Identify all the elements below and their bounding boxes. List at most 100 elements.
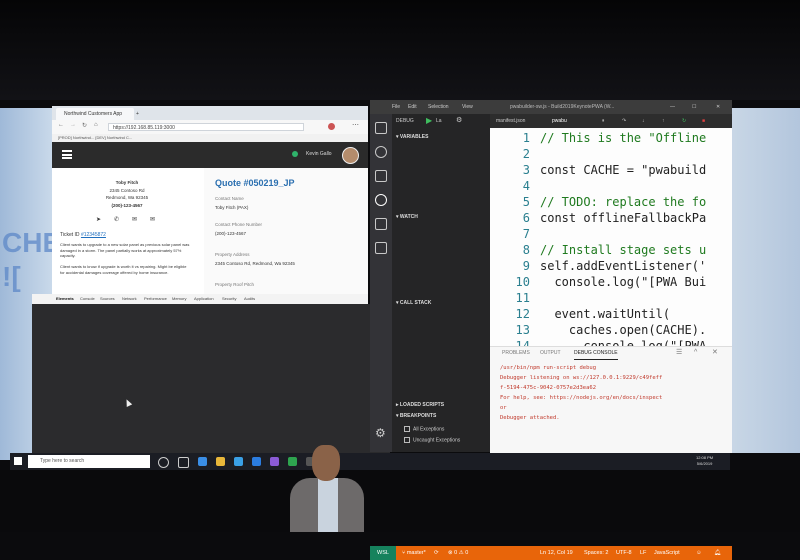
language-mode[interactable]: JavaScript <box>654 546 680 560</box>
navigate-icon[interactable]: ➤ <box>96 216 101 223</box>
avatar[interactable] <box>342 147 359 164</box>
devtools-tab-security[interactable]: Security <box>222 294 236 304</box>
debug-toolbar-pause-icon[interactable]: ⏸ <box>602 114 605 128</box>
close-icon[interactable]: ✕ <box>716 100 720 114</box>
call-stack-section[interactable]: ▾ CALL STACK <box>396 300 431 306</box>
menu-icon[interactable]: ⋯ <box>352 121 359 129</box>
menu-selection[interactable]: Selection <box>428 100 449 114</box>
code-line[interactable]: 2 <box>490 146 732 162</box>
clear-console-icon[interactable]: ☰ <box>676 347 682 359</box>
minimize-icon[interactable]: — <box>670 100 675 114</box>
address-bar[interactable]: https://192.168.85.119:3000 <box>108 123 304 131</box>
bookmarks-bar[interactable]: [PROD] Northwind... [DEV] Northwind C... <box>52 134 368 142</box>
gear-icon[interactable]: ⚙ <box>375 426 386 440</box>
menu-edit[interactable]: Edit <box>408 100 417 114</box>
edge-icon[interactable] <box>198 457 207 466</box>
panel-tab-output[interactable]: OUTPUT <box>540 347 561 359</box>
file-explorer-icon[interactable] <box>216 457 225 466</box>
menu-view[interactable]: View <box>462 100 473 114</box>
home-icon[interactable]: ⌂ <box>94 122 98 128</box>
code-line[interactable]: 3 const CACHE = "pwabuild <box>490 162 732 178</box>
refresh-icon[interactable]: ↻ <box>82 122 87 129</box>
indentation[interactable]: Spaces: 2 <box>584 546 608 560</box>
feedback-icon[interactable]: ☺ <box>696 546 702 560</box>
ticket-link[interactable]: #12345872 <box>81 232 106 238</box>
mail-icon[interactable]: ✉ <box>150 216 155 223</box>
debug-icon[interactable] <box>375 194 387 206</box>
source-control-icon[interactable] <box>375 170 387 182</box>
code-line[interactable]: 5 // TODO: replace the fo <box>490 194 732 210</box>
start-debug-icon[interactable]: ▶ <box>426 116 432 125</box>
taskbar-clock[interactable]: 12:08 PM 5/6/2019 <box>696 455 713 467</box>
devtools-tab-sources[interactable]: Sources <box>100 294 115 304</box>
panel-tab-problems[interactable]: PROBLEMS <box>502 347 530 359</box>
debug-config-select[interactable]: La <box>436 118 442 124</box>
variables-section[interactable]: ▾ VARIABLES <box>396 134 428 140</box>
code-line[interactable]: 4 <box>490 178 732 194</box>
editor-tab-service-worker[interactable]: pwabu <box>552 114 567 128</box>
panel-tab-debug-console[interactable]: DEBUG CONSOLE <box>574 347 618 360</box>
problems-count[interactable]: ⊗ 0 ⚠ 0 <box>448 546 468 560</box>
watch-section[interactable]: ▾ WATCH <box>396 214 418 220</box>
remote-explorer-icon[interactable] <box>375 242 387 254</box>
app-icon[interactable] <box>288 457 297 466</box>
cortana-icon[interactable] <box>158 457 169 468</box>
notifications-icon[interactable]: 🔔︎ <box>714 546 721 560</box>
property-address-value[interactable]: 2345 Contoso Rd, Redmond, Wa 92345 <box>215 261 295 266</box>
debug-toolbar-restart-icon[interactable]: ↻ <box>682 114 686 128</box>
contact-name-value[interactable]: Toby Fitch (PAX) <box>215 205 248 210</box>
sync-icon[interactable]: ⟳ <box>434 546 439 560</box>
phone-icon[interactable]: ✆ <box>114 216 119 223</box>
vscode-taskbar-icon[interactable] <box>252 457 261 466</box>
hamburger-menu-icon[interactable] <box>62 150 72 159</box>
code-line[interactable]: 7 <box>490 226 732 242</box>
devtools-tab-elements[interactable]: Elements <box>56 294 74 304</box>
checkbox-icon[interactable] <box>404 437 410 443</box>
code-line[interactable]: 13 caches.open(CACHE). <box>490 322 732 338</box>
line-ending[interactable]: LF <box>640 546 646 560</box>
code-line[interactable]: 12 event.waitUntil( <box>490 306 732 322</box>
new-tab-icon[interactable]: + <box>136 108 140 120</box>
devtools-tab-console[interactable]: Console <box>80 294 95 304</box>
debug-toolbar-stop-icon[interactable]: ■ <box>702 114 705 128</box>
cursor-position[interactable]: Ln 12, Col 19 <box>540 546 573 560</box>
devtools-tab-application[interactable]: Application <box>194 294 214 304</box>
devtools-tab-network[interactable]: Network <box>122 294 137 304</box>
debug-toolbar-step-into-icon[interactable]: ↓ <box>642 114 645 128</box>
devtools-tab-audits[interactable]: Audits <box>244 294 255 304</box>
close-panel-icon[interactable]: ✕ <box>712 347 718 359</box>
contact-phone-value[interactable]: (200)-123-4567 <box>215 231 246 236</box>
task-view-icon[interactable] <box>178 457 189 468</box>
mail-app-icon[interactable] <box>234 457 243 466</box>
breakpoint-all-exceptions[interactable]: All Exceptions <box>404 426 444 432</box>
breakpoint-uncaught-exceptions[interactable]: Uncaught Exceptions <box>404 437 460 443</box>
explorer-icon[interactable] <box>375 122 387 134</box>
loaded-scripts-section[interactable]: ▸ LOADED SCRIPTS <box>396 402 444 408</box>
code-line[interactable]: 6 const offlineFallbackPa <box>490 210 732 226</box>
code-line[interactable]: 1 // This is the "Offline <box>490 130 732 146</box>
debug-toolbar-step-over-icon[interactable]: ↷ <box>622 114 626 128</box>
encoding[interactable]: UTF-8 <box>616 546 632 560</box>
taskbar-search-input[interactable]: Type here to search <box>28 455 150 468</box>
search-icon[interactable] <box>375 146 387 158</box>
forward-icon[interactable]: → <box>70 122 76 128</box>
chat-icon[interactable]: ✉ <box>132 216 137 223</box>
code-line[interactable]: 10 console.log("[PWA Bui <box>490 274 732 290</box>
devtools-tab-memory[interactable]: Memory <box>172 294 186 304</box>
collapse-panel-icon[interactable]: ^ <box>694 347 697 359</box>
browser-tab-active[interactable]: Northwind Customers App <box>56 108 134 120</box>
code-line[interactable]: 11 <box>490 290 732 306</box>
checkbox-icon[interactable] <box>404 426 410 432</box>
git-branch[interactable]: ⑂ master* <box>402 546 426 560</box>
debug-toolbar-step-out-icon[interactable]: ↑ <box>662 114 665 128</box>
devtools-tab-performance[interactable]: Performance <box>144 294 167 304</box>
visual-studio-icon[interactable] <box>270 457 279 466</box>
menu-file[interactable]: File <box>392 100 400 114</box>
extensions-icon[interactable] <box>375 218 387 230</box>
breakpoints-section[interactable]: ▾ BREAKPOINTS <box>396 413 436 419</box>
debug-settings-icon[interactable]: ⚙ <box>456 116 462 124</box>
editor-tab-manifest[interactable]: manifest.json <box>496 114 525 128</box>
windows-start-icon[interactable] <box>14 457 22 465</box>
maximize-icon[interactable]: ☐ <box>692 100 696 114</box>
code-line[interactable]: 8 // Install stage sets u <box>490 242 732 258</box>
